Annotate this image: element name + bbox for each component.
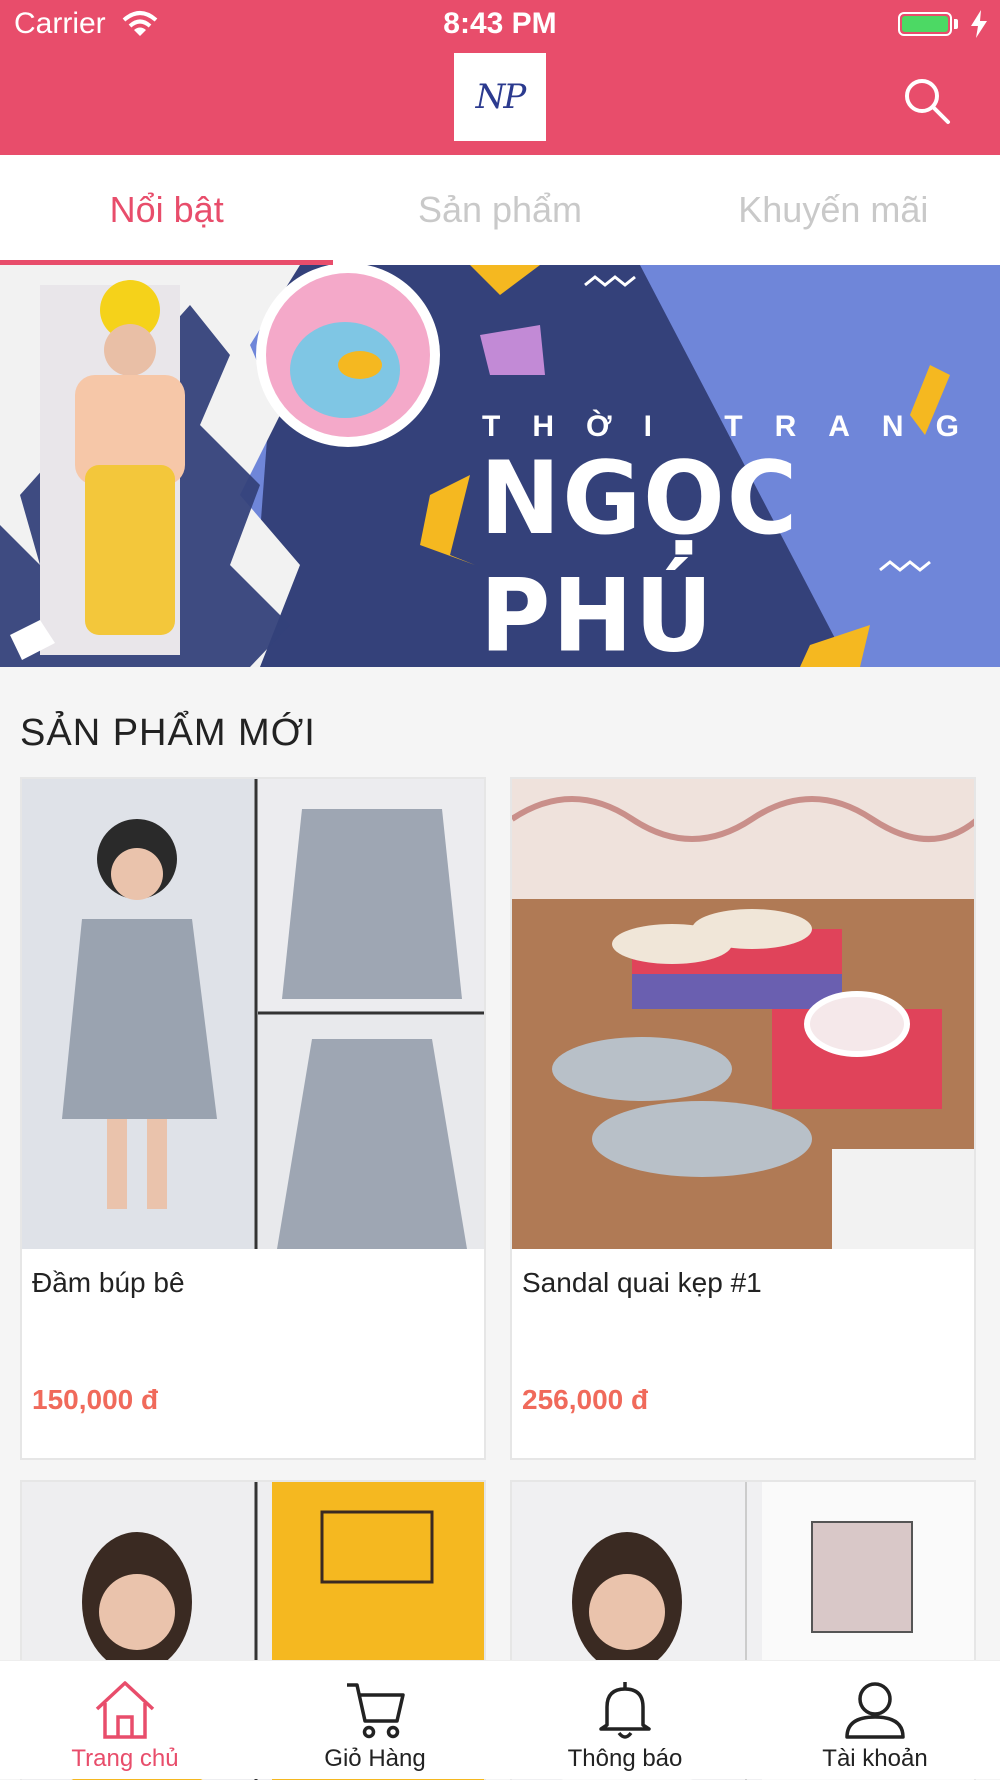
tab-khuyen-mai[interactable]: Khuyến mãi [667, 155, 1000, 265]
bell-icon [599, 1682, 651, 1739]
product-name: Đầm búp bê [32, 1267, 185, 1298]
battery-icon [898, 12, 952, 36]
product-image[interactable] [512, 779, 974, 1249]
nav-home-label: Trang chủ [71, 1745, 179, 1772]
tab-san-pham[interactable]: Sản phẩm [333, 155, 666, 265]
nav-home[interactable]: Trang chủ [0, 1661, 250, 1779]
tab-bar: Nổi bật Sản phẩm Khuyến mãi [0, 155, 1000, 265]
logo-text: NP [475, 77, 527, 117]
nav-notifications-label: Thông báo [567, 1745, 683, 1772]
bottom-navigation: Trang chủ Giỏ Hàng Thông báo Tài khoản [0, 1660, 1000, 1779]
tab-noi-bat[interactable]: Nổi bật [0, 155, 334, 265]
cart-icon [347, 1683, 405, 1739]
header-bar: Carrier 8:43 PM NP [0, 0, 1000, 155]
status-time: 8:43 PM [443, 7, 557, 40]
nav-notifications[interactable]: Thông báo [500, 1661, 750, 1779]
app-logo[interactable]: NP [454, 53, 546, 141]
product-price: 150,000 đ [32, 1384, 159, 1415]
nav-account-label: Tài khoản [822, 1745, 928, 1772]
product-photo-sandal [512, 779, 974, 1249]
nav-cart-label: Giỏ Hàng [324, 1745, 426, 1772]
product-image[interactable] [22, 779, 484, 1249]
nav-cart[interactable]: Giỏ Hàng [250, 1661, 500, 1779]
product-card[interactable]: Sandal quai kẹp #1 256,000 đ [510, 777, 976, 1460]
section-title-new-products: SẢN PHẨM MỚI [20, 712, 316, 754]
user-icon [845, 1682, 905, 1739]
product-price: 256,000 đ [522, 1384, 649, 1415]
charging-icon [971, 10, 987, 38]
product-photo-dress [22, 779, 484, 1249]
battery-tip [954, 19, 958, 29]
status-bar: Carrier 8:43 PM [0, 0, 1000, 50]
promo-banner[interactable]: THỜI TRANG NGỌC PHÚ [0, 265, 1000, 667]
product-name: Sandal quai kẹp #1 [522, 1267, 762, 1298]
banner-title: NGỌC PHÚ [480, 439, 800, 667]
search-icon[interactable] [902, 76, 952, 126]
nav-account[interactable]: Tài khoản [750, 1661, 1000, 1779]
home-icon [95, 1681, 155, 1739]
product-card[interactable]: Đầm búp bê 150,000 đ [20, 777, 486, 1460]
